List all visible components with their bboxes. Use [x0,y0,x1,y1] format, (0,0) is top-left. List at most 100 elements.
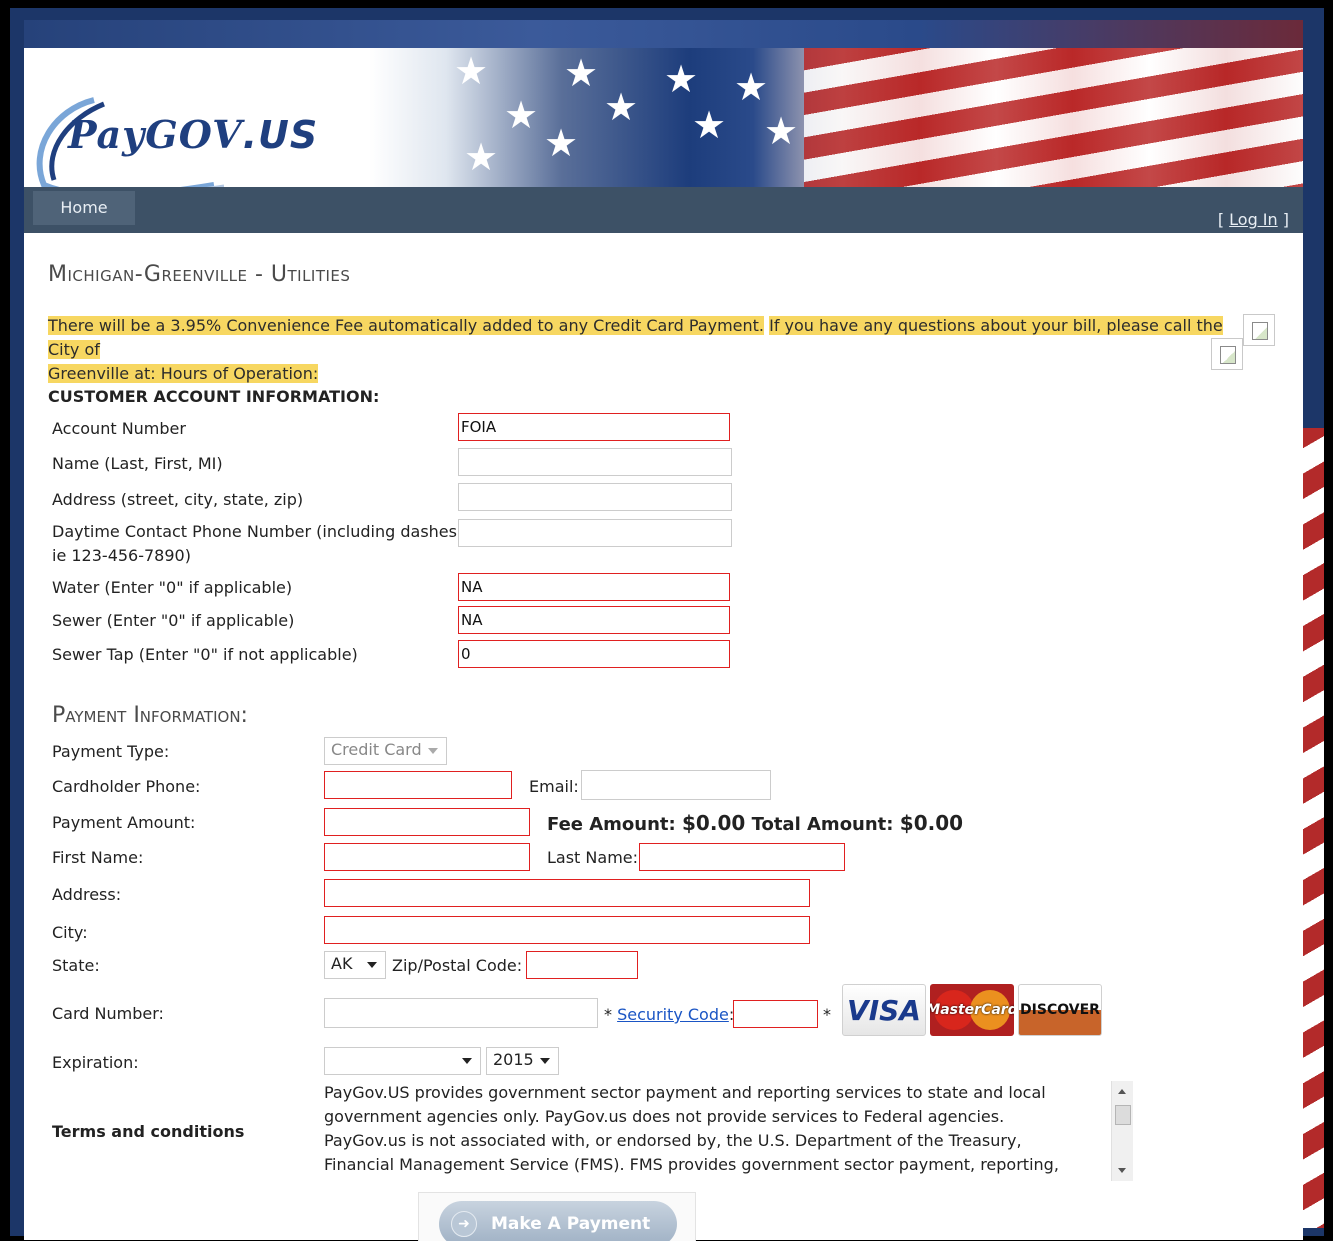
login-link[interactable]: Log In [1229,210,1278,229]
account-number-input[interactable]: FOIA [458,413,730,441]
name-label: Name (Last, First, MI) [52,454,223,473]
chevron-down-icon [367,962,377,968]
expiration-label: Expiration: [52,1053,139,1072]
accepted-cards: VISA MasterCard DISCOVER [842,984,1102,1036]
scroll-up-icon[interactable] [1118,1089,1126,1094]
account-number-label: Account Number [52,419,186,438]
zip-label: Zip/Postal Code: [392,956,523,975]
sewer-tap-input[interactable]: 0 [458,640,730,668]
total-amount-label: Total Amount: [751,814,894,835]
required-asterisk: * [604,1005,612,1024]
payment-section-heading: Payment Information: [52,703,248,728]
payment-type-label: Payment Type: [52,742,170,761]
notice-contact-text-2: Greenville at: Hours of Operation: [48,364,319,383]
payment-type-value: Credit Card [331,740,422,759]
mastercard-text: MasterCard [930,1002,1014,1018]
scroll-down-icon[interactable] [1118,1168,1126,1173]
email-input[interactable] [581,770,771,800]
state-label: State: [52,956,100,975]
address-input[interactable] [458,483,732,511]
login-bracket-close: ] [1277,210,1289,229]
site-header: ★ ★ ★ ★ ★ ★ ★ ★ ★ ★ PayGOV.US [24,20,1303,187]
chevron-down-icon [462,1058,472,1064]
mastercard-card-icon: MasterCard [930,984,1014,1036]
notice-fee-text: There will be a 3.95% Convenience Fee au… [48,316,764,335]
cardholder-phone-label: Cardholder Phone: [52,777,201,796]
nav-home-tab[interactable]: Home [33,191,135,225]
sewer-label: Sewer (Enter "0" if applicable) [52,611,295,630]
phone-input[interactable] [458,519,732,547]
star-icon: ★ [464,135,499,179]
make-payment-label: Make A Payment [491,1214,651,1234]
arrow-right-icon: ➜ [451,1211,477,1237]
last-name-input[interactable] [639,843,845,871]
zip-input[interactable] [526,951,638,979]
email-label: Email: [529,777,579,796]
fee-amount-value: $0.00 [682,811,746,835]
star-icon: ★ [664,57,699,101]
broken-image-icon [1211,338,1243,370]
make-payment-button[interactable]: ➜ Make A Payment [439,1201,677,1241]
sewer-tap-label: Sewer Tap (Enter "0" if not applicable) [52,645,358,664]
card-number-label: Card Number: [52,1004,164,1023]
discover-card-icon: DISCOVER [1018,984,1102,1036]
expiration-year-value: 2015 [493,1050,534,1069]
star-icon: ★ [604,85,639,129]
header-top-strip [24,20,1303,48]
login-bracket-open: [ [1217,210,1230,229]
payment-amount-label: Payment Amount: [52,813,196,832]
payment-amount-input[interactable] [324,808,530,836]
city-label: City: [52,923,88,942]
city-input[interactable] [324,916,810,944]
terms-scrollbar[interactable] [1111,1081,1133,1181]
fee-notice: There will be a 3.95% Convenience Fee au… [48,314,1238,386]
star-icon: ★ [544,121,579,165]
star-icon: ★ [504,93,539,137]
page-title: Michigan-Greenville - Utilities [48,262,351,287]
phone-label-line2: ie 123-456-7890) [52,546,191,565]
state-select[interactable]: AK [324,951,386,979]
expiration-year-select[interactable]: 2015 [486,1047,559,1075]
broken-image-icon [1243,314,1275,346]
payment-type-select[interactable]: Credit Card [324,737,447,765]
customer-section-heading: CUSTOMER ACCOUNT INFORMATION: [48,387,380,406]
water-input[interactable]: NA [458,573,730,601]
name-input[interactable] [458,448,732,476]
total-amount-value: $0.00 [899,811,964,835]
star-icon: ★ [734,65,769,109]
paygov-logo[interactable]: PayGOV.US [24,50,394,187]
last-name-label: Last Name: [547,848,639,867]
cardholder-phone-input[interactable] [324,771,512,799]
required-asterisk: * [823,1005,831,1024]
security-code-link[interactable]: Security Code [617,1005,729,1024]
logo-text: PayGOV.US [68,112,319,157]
terms-label: Terms and conditions [52,1122,245,1141]
fee-amount-label: Fee Amount: [547,814,676,835]
state-value: AK [331,954,353,973]
star-icon: ★ [564,51,599,95]
star-icon: ★ [454,49,489,93]
payment-button-container: ➜ Make A Payment [418,1192,696,1241]
first-name-input[interactable] [324,843,530,871]
star-icon: ★ [692,103,727,147]
login-area: [ Log In ] [1218,210,1289,229]
sewer-input[interactable]: NA [458,606,730,634]
first-name-label: First Name: [52,848,144,867]
water-label: Water (Enter "0" if applicable) [52,578,293,597]
chevron-down-icon [428,748,438,754]
scroll-thumb[interactable] [1115,1105,1131,1125]
card-number-input[interactable] [324,998,598,1028]
chevron-down-icon [540,1058,550,1064]
billing-address-label: Address: [52,885,122,904]
billing-address-input[interactable] [324,879,810,907]
star-icon: ★ [764,109,799,153]
address-label: Address (street, city, state, zip) [52,490,304,509]
security-code-input[interactable] [733,1000,818,1028]
fee-total-summary: Fee Amount: $0.00 Total Amount: $0.00 [547,811,963,835]
security-code-area: * Security Code: [604,1005,734,1024]
terms-textbox[interactable]: PayGov.US provides government sector pay… [324,1081,1114,1181]
flag-banner-stripes [804,48,1303,187]
visa-card-icon: VISA [842,984,926,1036]
expiration-month-select[interactable] [324,1047,481,1075]
phone-label-line1: Daytime Contact Phone Number (including … [52,522,463,541]
